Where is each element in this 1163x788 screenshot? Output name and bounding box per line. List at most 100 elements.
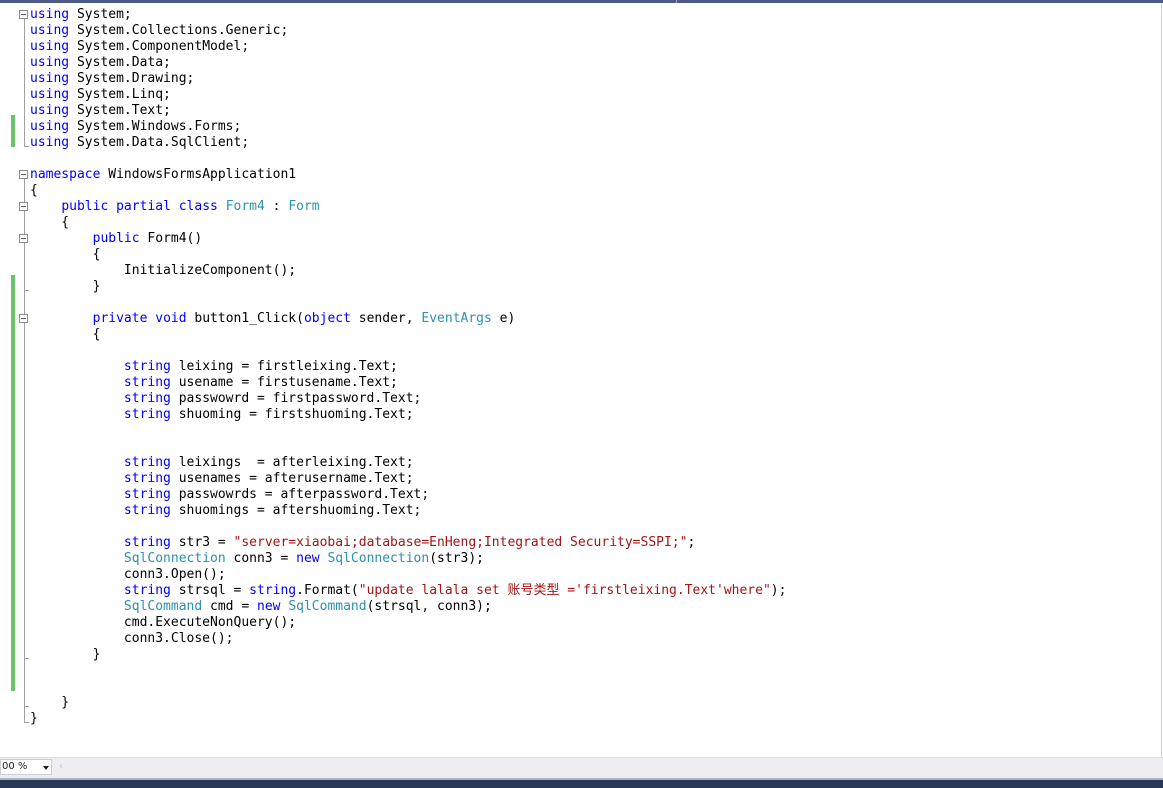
code-line[interactable]: using System.Text; — [30, 103, 786, 119]
code-line[interactable]: { — [30, 215, 786, 231]
code-line[interactable]: conn3.Close(); — [30, 631, 786, 647]
zoom-dropdown[interactable]: 00 % — [0, 759, 52, 775]
code-line[interactable] — [30, 519, 786, 535]
code-token: leixings = afterleixing.Text; — [170, 455, 414, 470]
keyword-token: class — [178, 199, 218, 214]
code-line[interactable]: using System.Windows.Forms; — [30, 119, 786, 135]
keyword-token: using — [30, 23, 70, 38]
code-token: System.Collections.Generic; — [69, 23, 289, 38]
collapse-constructor-icon[interactable] — [19, 234, 28, 243]
code-line[interactable] — [30, 423, 786, 439]
code-line[interactable]: InitializeComponent(); — [30, 263, 786, 279]
code-line[interactable]: conn3.Open(); — [30, 567, 786, 583]
keyword-token: private — [92, 311, 148, 326]
keyword-token: string — [123, 359, 171, 374]
code-line[interactable]: string leixing = firstleixing.Text; — [30, 359, 786, 375]
string-token: "server=xiaobai;database=EnHeng;Integrat… — [233, 535, 688, 550]
collapse-method-icon[interactable] — [19, 314, 28, 323]
code-line[interactable]: SqlCommand cmd = new SqlCommand(strsql, … — [30, 599, 786, 615]
keyword-token: using — [30, 55, 70, 70]
code-line[interactable]: using System; — [30, 7, 786, 23]
code-line[interactable]: string passwowrd = firstpassword.Text; — [30, 391, 786, 407]
code-line[interactable]: namespace WindowsFormsApplication1 — [30, 167, 786, 183]
code-line[interactable]: using System.ComponentModel; — [30, 39, 786, 55]
keyword-token: string — [249, 583, 297, 598]
code-line[interactable]: string strsql = string.Format("update la… — [30, 583, 787, 599]
code-text[interactable]: using System; using System.Collections.Ge… — [30, 7, 786, 727]
code-line[interactable]: public partial class Form4 : Form — [30, 199, 786, 215]
change-marker — [11, 275, 15, 691]
code-line[interactable] — [30, 343, 786, 359]
code-token: conn3.Open(); — [30, 567, 226, 582]
code-line[interactable]: { — [30, 247, 786, 263]
keyword-token: string — [123, 375, 171, 390]
keyword-token: string — [123, 503, 171, 518]
code-line[interactable]: { — [30, 327, 786, 343]
code-line[interactable]: } — [30, 279, 786, 295]
code-line[interactable]: } — [30, 647, 786, 663]
code-line[interactable]: } — [30, 695, 786, 711]
code-line[interactable]: } — [30, 711, 786, 727]
keyword-token: string — [123, 391, 171, 406]
code-line[interactable]: string usename = firstusename.Text; — [30, 375, 786, 391]
code-token: } — [30, 711, 38, 726]
code-token: System.Data; — [69, 55, 171, 70]
code-line[interactable]: string passwowrds = afterpassword.Text; — [30, 487, 786, 503]
code-line[interactable]: string usenames = afterusername.Text; — [30, 471, 786, 487]
code-line[interactable] — [30, 679, 786, 695]
collapse-using-icon[interactable] — [19, 10, 28, 19]
code-token: { — [30, 327, 101, 342]
keyword-token: string — [123, 535, 171, 550]
type-token: SqlCommand — [288, 599, 367, 614]
code-line[interactable]: using System.Data.SqlClient; — [30, 135, 786, 151]
code-token: conn3.Close(); — [30, 631, 234, 646]
code-line[interactable]: public Form4() — [30, 231, 786, 247]
collapse-class-icon[interactable] — [19, 202, 28, 211]
outline-guide — [24, 179, 25, 723]
editor-status-bar: 00 % ‹ — [0, 757, 1163, 778]
code-line[interactable]: cmd.ExecuteNonQuery(); — [30, 615, 786, 631]
code-token: cmd.ExecuteNonQuery(); — [30, 615, 297, 630]
collapse-namespace-icon[interactable] — [19, 170, 28, 179]
code-line[interactable] — [30, 663, 786, 679]
outline-end-tick — [24, 722, 29, 723]
code-line[interactable]: using System.Drawing; — [30, 71, 786, 87]
code-line[interactable] — [30, 151, 786, 167]
code-token: InitializeComponent(); — [30, 263, 297, 278]
code-token: System.Drawing; — [69, 71, 195, 86]
scroll-left-icon[interactable]: ‹ — [56, 761, 66, 773]
outline-end-tick — [24, 658, 29, 659]
code-line[interactable]: string str3 = "server=xiaobai;database=E… — [30, 535, 786, 551]
outline-guide — [24, 19, 25, 147]
keyword-token: new — [257, 599, 281, 614]
code-token: System.Windows.Forms; — [69, 119, 242, 134]
code-line[interactable] — [30, 439, 786, 455]
code-line[interactable]: using System.Data; — [30, 55, 786, 71]
code-line[interactable]: using System.Linq; — [30, 87, 786, 103]
code-editor[interactable]: using System; using System.Collections.Ge… — [0, 3, 1161, 757]
code-line[interactable] — [30, 295, 786, 311]
code-token: } — [30, 695, 70, 710]
code-token: button1_Click( — [186, 311, 304, 326]
code-token: { — [30, 215, 70, 230]
code-token: passwowrds = afterpassword.Text; — [170, 487, 430, 502]
window-bottom-bar — [0, 778, 1163, 788]
code-line[interactable]: { — [30, 183, 786, 199]
code-token: .Format( — [296, 583, 359, 598]
code-line[interactable]: private void button1_Click(object sender… — [30, 311, 786, 327]
code-line[interactable]: string leixings = afterleixing.Text; — [30, 455, 786, 471]
code-line[interactable]: using System.Collections.Generic; — [30, 23, 786, 39]
code-line[interactable]: string shuoming = firstshuoming.Text; — [30, 407, 786, 423]
code-line[interactable]: string shuomings = aftershuoming.Text; — [30, 503, 786, 519]
code-line[interactable]: SqlConnection conn3 = new SqlConnection(… — [30, 551, 786, 567]
keyword-token: public — [61, 199, 109, 214]
code-token: sender, — [350, 311, 422, 326]
code-token: conn3 = — [225, 551, 297, 566]
